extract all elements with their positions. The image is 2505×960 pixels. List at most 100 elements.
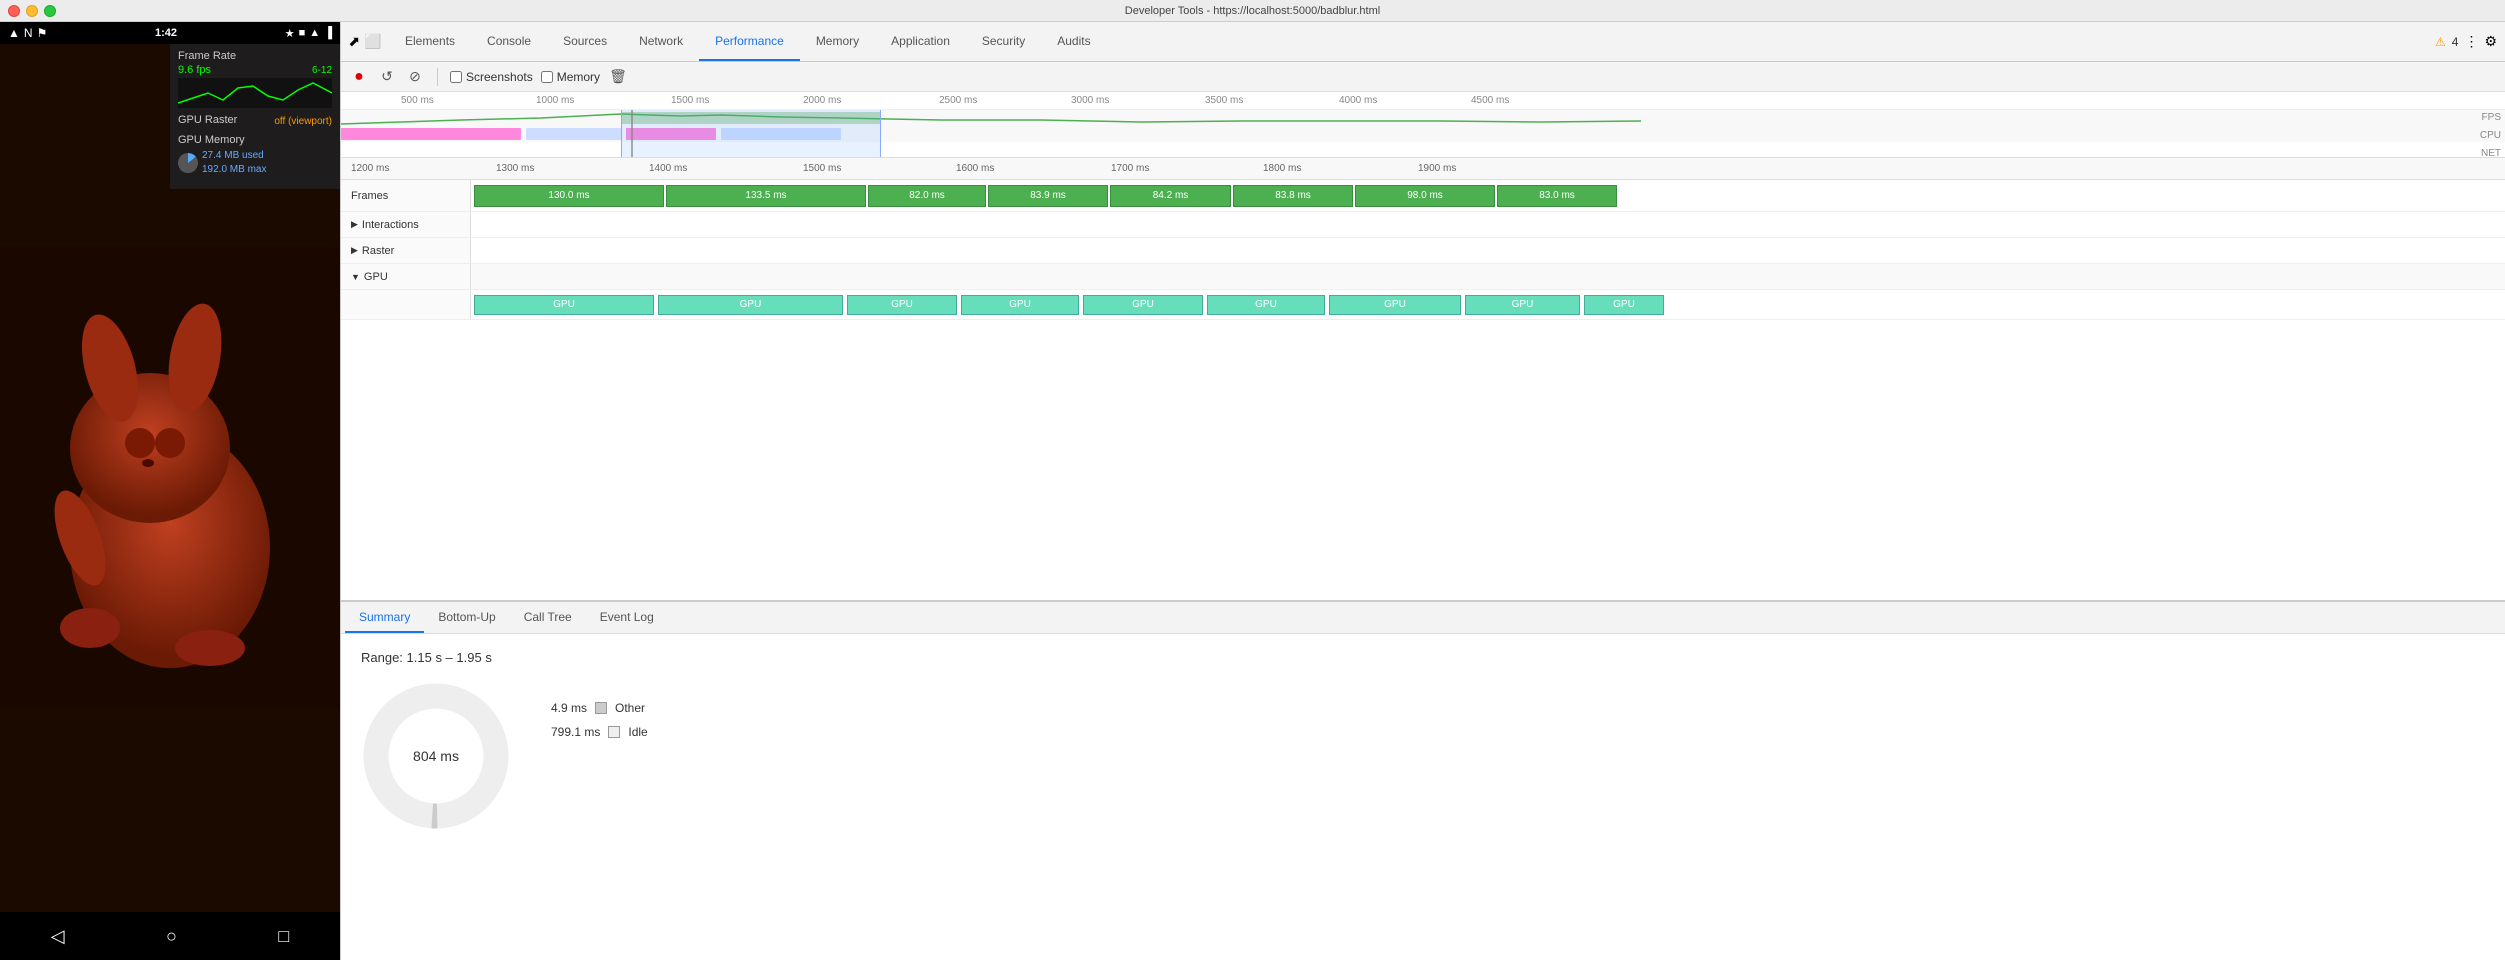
devtools-panel: ⬈ ⬜ Elements Console Sources Network Per…: [340, 22, 2505, 960]
gpu-expand-label: ▼ GPU: [341, 264, 471, 289]
raster-triangle[interactable]: ▶: [351, 245, 358, 256]
other-ms: 4.9 ms: [551, 701, 587, 715]
maximize-button[interactable]: [44, 5, 56, 17]
title-bar: Developer Tools - https://localhost:5000…: [0, 0, 2505, 22]
tab-elements[interactable]: Elements: [389, 22, 471, 61]
tick-500ms: 500 ms: [401, 95, 434, 106]
legend-idle: 799.1 ms Idle: [551, 725, 648, 739]
summary-donut-chart: 804 ms: [361, 681, 511, 831]
memory-checkbox[interactable]: [541, 71, 553, 83]
bottom-tabs: Summary Bottom-Up Call Tree Event Log: [341, 602, 2505, 634]
frame-block-6: 83.8 ms: [1233, 185, 1353, 207]
perf-overlay: Frame Rate 9.6 fps 6-12 GPU Raster off (…: [170, 44, 340, 189]
cursor-icon[interactable]: ⬈: [348, 33, 360, 50]
gpu-text: GPU: [364, 271, 388, 283]
screenshots-toggle[interactable]: Screenshots: [450, 70, 533, 84]
settings-icon[interactable]: ⚙: [2484, 33, 2497, 50]
tab-call-tree[interactable]: Call Tree: [510, 602, 586, 633]
frame-block-3: 82.0 ms: [868, 185, 986, 207]
tab-memory[interactable]: Memory: [800, 22, 875, 61]
raster-content: [471, 238, 2505, 263]
gpu-memory-used: 27.4 MB used: [202, 149, 266, 163]
idle-label: Idle: [628, 725, 647, 739]
frame-block-5: 84.2 ms: [1110, 185, 1231, 207]
detail-timeline[interactable]: 1200 ms 1300 ms 1400 ms 1500 ms 1600 ms …: [341, 158, 2505, 600]
devtools-tab-bar: ⬈ ⬜ Elements Console Sources Network Per…: [341, 22, 2505, 62]
tick-2500ms: 2500 ms: [939, 95, 977, 106]
gpu-label-content: [471, 264, 2505, 289]
bluetooth-icon: ★: [285, 27, 295, 40]
gpu-memory-section: GPU Memory 27.4 MB used 192.0 MB max: [178, 134, 332, 177]
tab-console[interactable]: Console: [471, 22, 547, 61]
tab-sources[interactable]: Sources: [547, 22, 623, 61]
memory-toggle[interactable]: Memory: [541, 70, 600, 84]
back-button[interactable]: ◁: [51, 926, 65, 947]
tab-network[interactable]: Network: [623, 22, 699, 61]
phone-panel: ▲ N ⚑ 1:42 ★ ■ ▲ ▐: [0, 22, 340, 960]
dtick-1700: 1700 ms: [1111, 163, 1149, 174]
traffic-lights: [8, 5, 56, 17]
tab-performance[interactable]: Performance: [699, 22, 800, 61]
clear-button[interactable]: 🗑: [608, 67, 628, 87]
status-icons: ★ ■ ▲ ▐: [285, 27, 332, 40]
stop-button[interactable]: ⊘: [405, 67, 425, 87]
dtick-1600: 1600 ms: [956, 163, 994, 174]
gpu-memory-title: GPU Memory: [178, 134, 332, 146]
frames-text: Frames: [351, 190, 388, 202]
dtick-1400: 1400 ms: [649, 163, 687, 174]
gpu-raster-section: GPU Raster off (viewport): [178, 114, 332, 128]
interactions-track: ▶ Interactions: [341, 212, 2505, 238]
fps-graph: [178, 78, 332, 108]
gpu-triangle[interactable]: ▼: [351, 272, 360, 282]
tab-event-log[interactable]: Event Log: [586, 602, 668, 633]
summary-chart-area: 804 ms 4.9 ms Other 799.1 ms Idle: [361, 681, 2485, 831]
phone-navbar: ◁ ○ □: [0, 912, 340, 960]
tab-application[interactable]: Application: [875, 22, 966, 61]
gpu-memory-max: 192.0 MB max: [202, 163, 266, 177]
dtick-1300: 1300 ms: [496, 163, 534, 174]
frame-rate-section: Frame Rate 9.6 fps 6-12: [178, 50, 332, 108]
window-title: Developer Tools - https://localhost:5000…: [1125, 5, 1380, 17]
flag-icon: ⚑: [37, 26, 48, 40]
record-button[interactable]: ●: [349, 67, 369, 87]
frame-rate-title: Frame Rate: [178, 50, 332, 62]
selection-overlay[interactable]: [621, 110, 881, 158]
close-button[interactable]: [8, 5, 20, 17]
gpu-track-content: GPU GPU GPU GPU GPU GPU GPU GPU GPU: [471, 290, 2505, 319]
other-label: Other: [615, 701, 645, 715]
frames-track: Frames 130.0 ms 133.5 ms 82.0 ms 83.9 ms…: [341, 180, 2505, 212]
gpu-block-1: GPU: [474, 295, 654, 315]
dtick-1800: 1800 ms: [1263, 163, 1301, 174]
dtick-1500: 1500 ms: [803, 163, 841, 174]
screenshots-label: Screenshots: [466, 70, 533, 84]
home-button[interactable]: ○: [166, 926, 177, 947]
recents-button[interactable]: □: [278, 926, 289, 947]
reload-button[interactable]: ↺: [377, 67, 397, 87]
legend-other: 4.9 ms Other: [551, 701, 648, 715]
dtick-1200: 1200 ms: [351, 163, 389, 174]
tab-bottom-up[interactable]: Bottom-Up: [424, 602, 509, 633]
idle-color-box: [608, 726, 620, 738]
devtools-more-icon[interactable]: ⋮: [2464, 33, 2478, 50]
minimize-button[interactable]: [26, 5, 38, 17]
gpu-block-8: GPU: [1465, 295, 1580, 315]
tick-1500ms: 1500 ms: [671, 95, 709, 106]
gpu-track-indent: [341, 290, 471, 319]
frames-label: Frames: [341, 180, 471, 211]
interactions-triangle[interactable]: ▶: [351, 219, 358, 230]
gpu-track: GPU GPU GPU GPU GPU GPU GPU GPU GPU: [341, 290, 2505, 320]
cpu-label: CPU: [2480, 130, 2501, 141]
android-icon: ▲: [8, 26, 20, 40]
tab-summary[interactable]: Summary: [345, 602, 424, 633]
gpu-block-6: GPU: [1207, 295, 1325, 315]
fps-label: FPS: [2482, 112, 2501, 123]
interactions-content: [471, 212, 2505, 237]
memory-label: Memory: [557, 70, 600, 84]
responsive-icon[interactable]: ⬜: [364, 33, 381, 50]
tab-security[interactable]: Security: [966, 22, 1041, 61]
screenshots-checkbox[interactable]: [450, 71, 462, 83]
svg-text:804 ms: 804 ms: [413, 748, 459, 764]
gpu-block-5: GPU: [1083, 295, 1203, 315]
tick-4500ms: 4500 ms: [1471, 95, 1509, 106]
tab-audits[interactable]: Audits: [1041, 22, 1106, 61]
